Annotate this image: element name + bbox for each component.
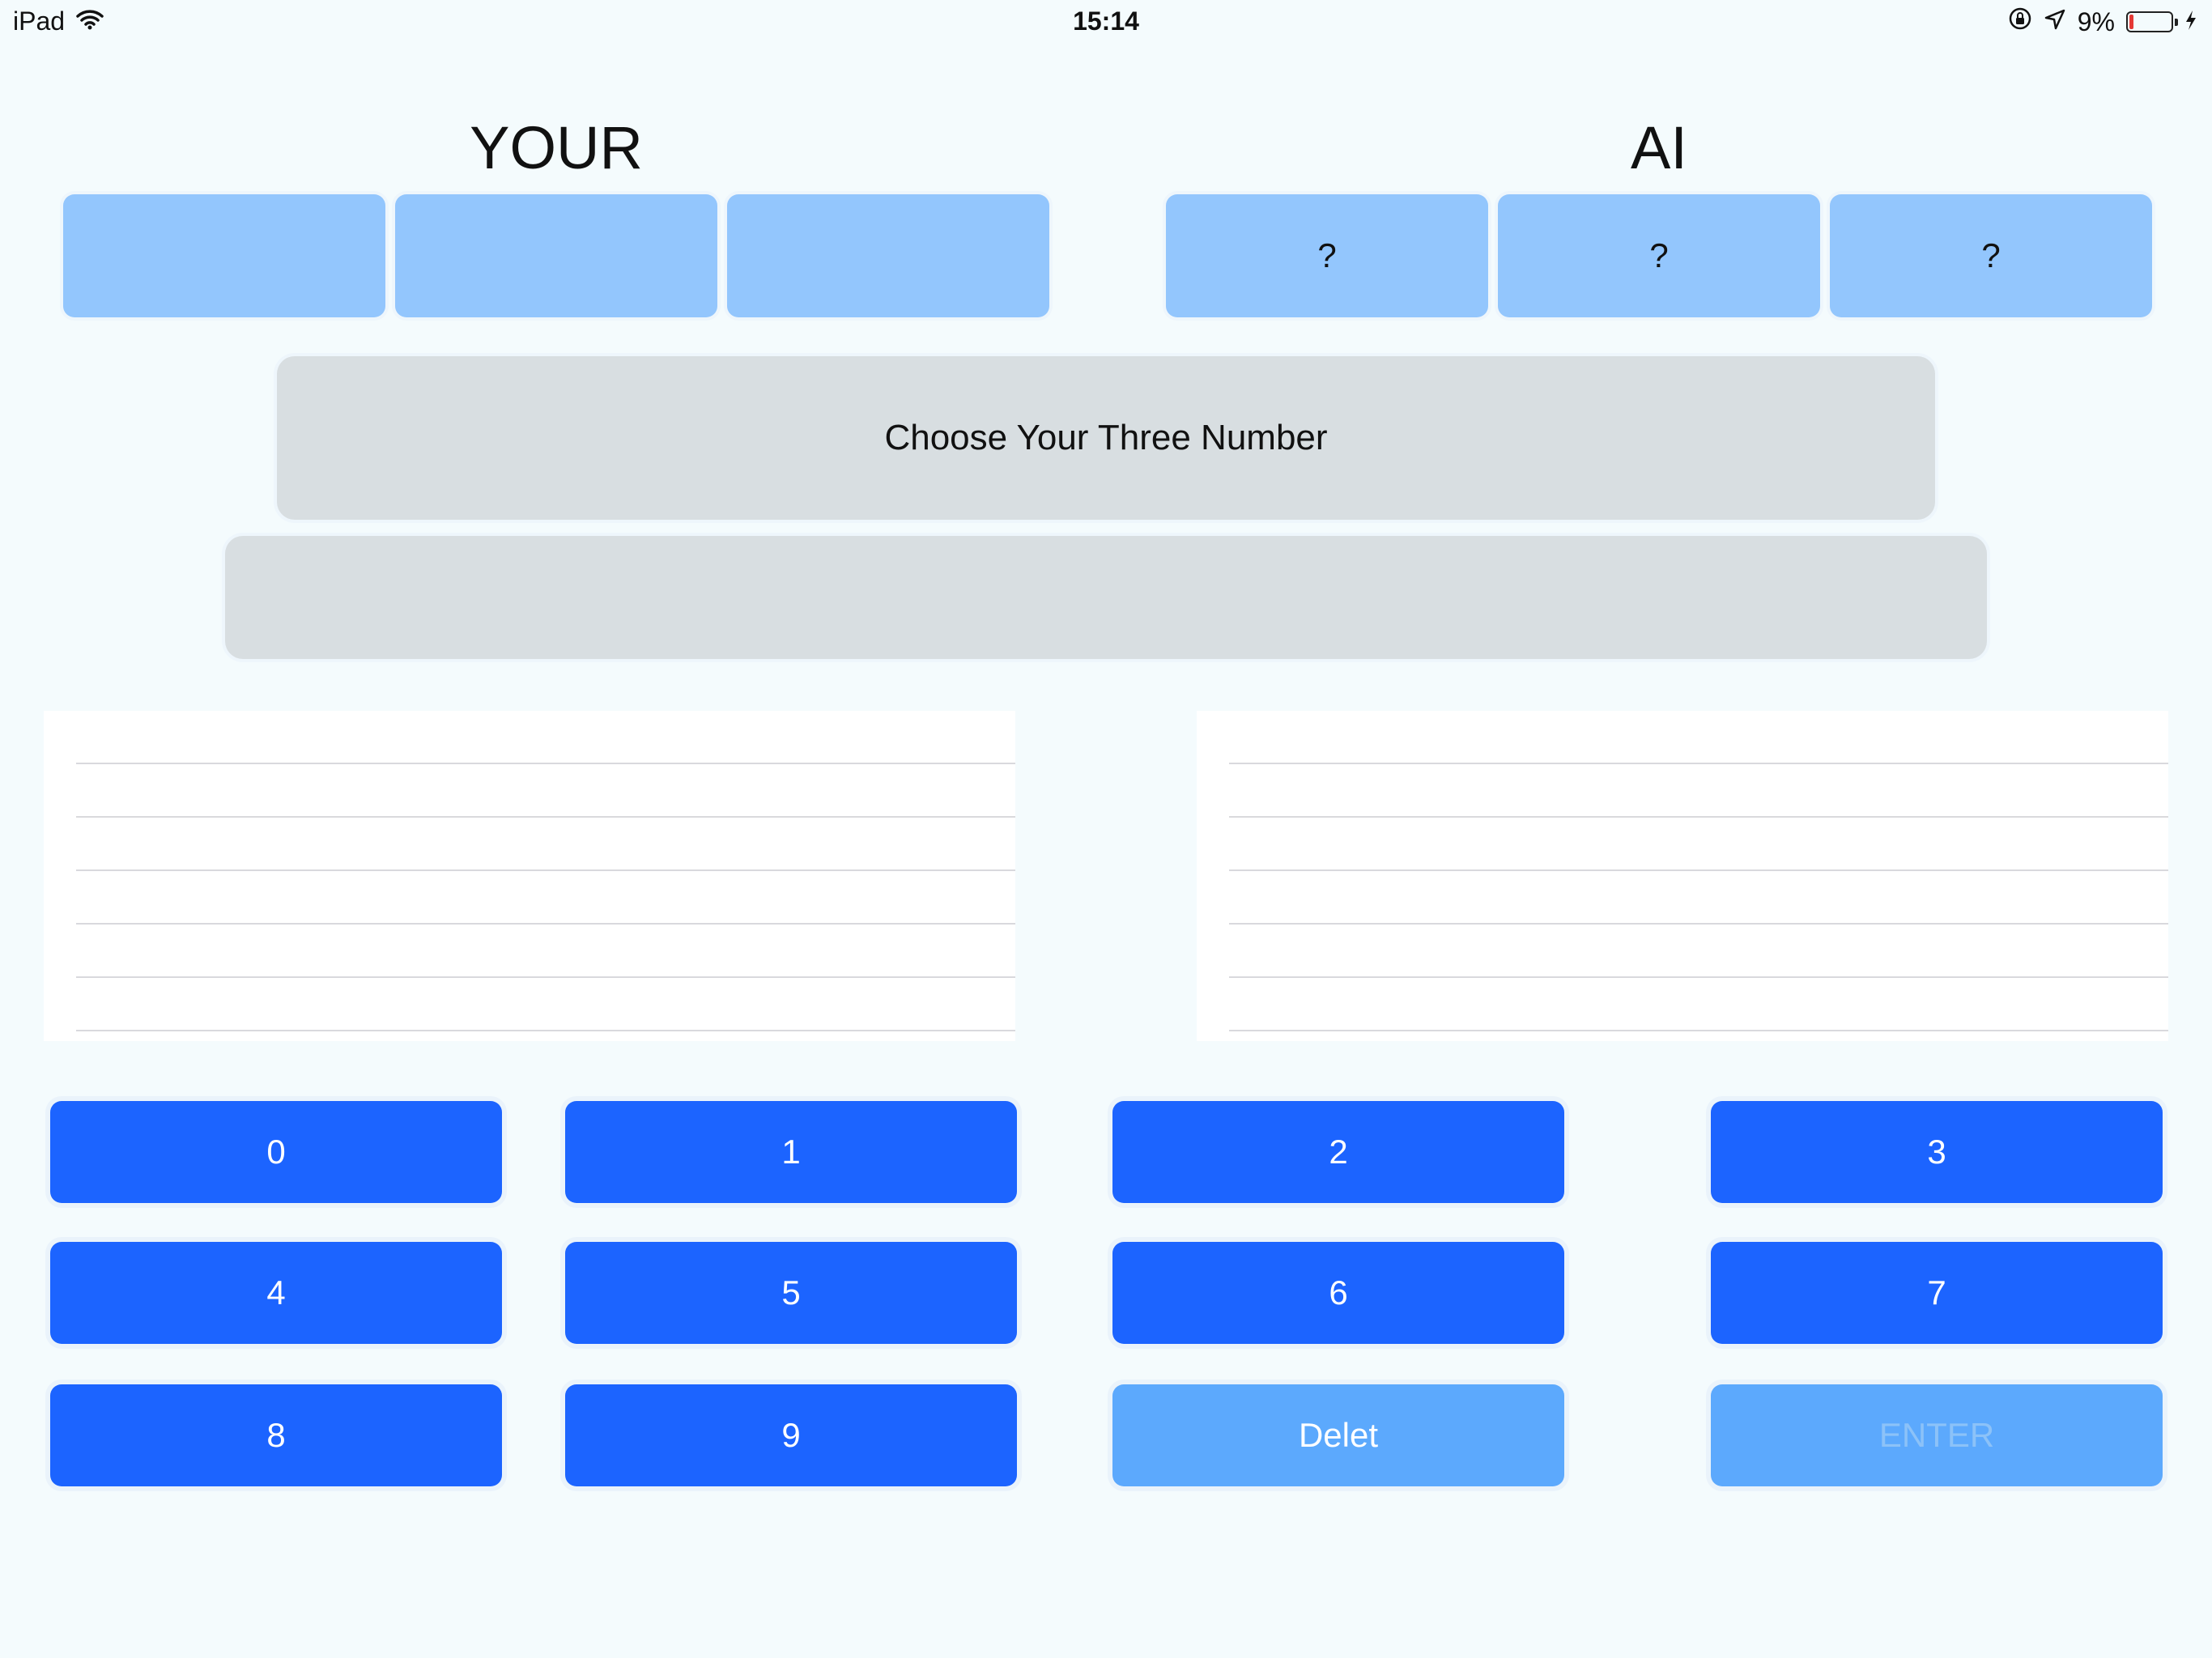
- battery-level: [2129, 15, 2133, 29]
- your-guess-history[interactable]: [44, 711, 1015, 1041]
- table-row: [1229, 818, 2168, 871]
- battery-icon: [2126, 11, 2178, 32]
- status-time: 15:14: [1073, 6, 1139, 36]
- ai-digit-3: ?: [1830, 194, 2152, 317]
- key-4-button[interactable]: 4: [50, 1242, 502, 1344]
- key-7-button[interactable]: 7: [1711, 1242, 2163, 1344]
- key-2-button[interactable]: 2: [1112, 1101, 1564, 1203]
- table-row: [76, 871, 1015, 925]
- key-3-button[interactable]: 3: [1711, 1101, 2163, 1203]
- location-arrow-icon: [2044, 7, 2066, 37]
- table-row: [76, 711, 1015, 764]
- your-digit-3: [727, 194, 1049, 317]
- key-5-button[interactable]: 5: [565, 1242, 1017, 1344]
- table-row: [1229, 925, 2168, 978]
- table-row: [1229, 711, 2168, 764]
- enter-button[interactable]: ENTER: [1711, 1384, 2163, 1486]
- your-header: YOUR: [470, 114, 643, 181]
- table-row: [76, 925, 1015, 978]
- battery-percent: 9%: [2077, 6, 2115, 36]
- your-digit-2: [395, 194, 717, 317]
- delete-button[interactable]: Delet: [1112, 1384, 1564, 1486]
- table-row: [76, 978, 1015, 1031]
- result-panel: [225, 536, 1987, 659]
- table-row: [76, 764, 1015, 818]
- key-8-button[interactable]: 8: [50, 1384, 502, 1486]
- key-0-button[interactable]: 0: [50, 1101, 502, 1203]
- ai-digit-1: ?: [1166, 194, 1488, 317]
- instruction-panel: Choose Your Three Number: [277, 356, 1935, 520]
- ai-header: AI: [1631, 114, 1687, 181]
- rotation-lock-icon: [2008, 6, 2032, 37]
- key-1-button[interactable]: 1: [565, 1101, 1017, 1203]
- key-6-button[interactable]: 6: [1112, 1242, 1564, 1344]
- table-row: [76, 818, 1015, 871]
- app-screen: iPad 15:14 9% YOUR AI ? ? ? Choose Your …: [0, 0, 2212, 1658]
- ai-guess-history[interactable]: [1197, 711, 2168, 1041]
- key-9-button[interactable]: 9: [565, 1384, 1017, 1486]
- status-right: 9%: [2008, 6, 2197, 37]
- your-digit-1: [63, 194, 385, 317]
- table-row: [1229, 978, 2168, 1031]
- table-row: [1229, 764, 2168, 818]
- ai-digit-2: ?: [1498, 194, 1820, 317]
- status-bar: iPad 15:14 9%: [0, 0, 2212, 45]
- table-row: [1229, 871, 2168, 925]
- charging-bolt-icon: [2184, 7, 2197, 37]
